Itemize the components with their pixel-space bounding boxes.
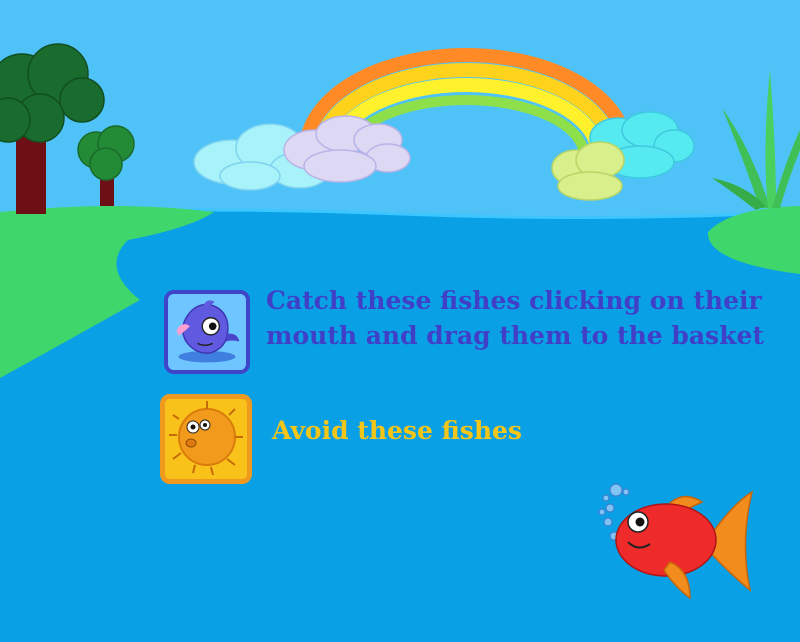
avoid-instruction: Avoid these fishes xyxy=(272,416,522,445)
avoid-fish-card xyxy=(160,394,252,484)
catch-instruction: Catch these fishes clicking on their mou… xyxy=(266,286,764,350)
game-scene: Catch these fishes clicking on their mou… xyxy=(0,0,800,642)
catch-fish-card xyxy=(164,290,250,374)
pufferfish-icon xyxy=(165,399,247,479)
red-fish-icon xyxy=(598,483,754,600)
blue-fish-icon xyxy=(169,294,245,370)
